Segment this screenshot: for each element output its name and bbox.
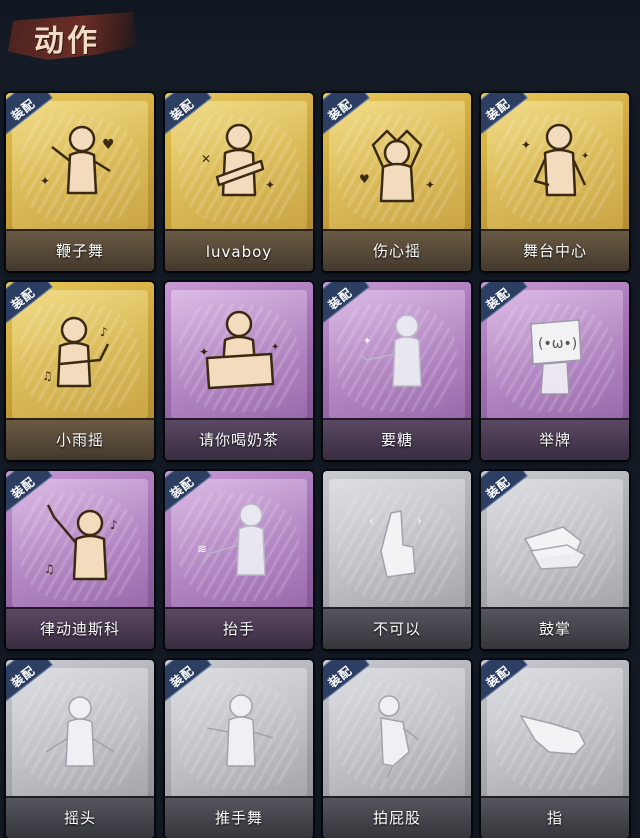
emote-card-raise-sign[interactable]: (•ω•) 举牌 装配 [481,282,629,460]
header: 动作 [0,0,640,70]
svg-text:♥: ♥ [102,137,115,153]
emote-card-whip-dance[interactable]: ♥ ✦ 鞭子舞 装配 [6,93,154,271]
emote-card-light-rain-shake[interactable]: ♪ ♫ 小雨摇 装配 [6,282,154,460]
svg-text:♪: ♪ [100,325,108,339]
emote-label: 请你喝奶茶 [198,431,279,449]
figure-whip-dance-icon: ♥ ✦ [40,125,115,195]
svg-text:✦: ✦ [271,342,279,353]
figure-raise-sign-icon: (•ω•) [530,319,582,395]
svg-text:✦: ✦ [521,138,531,152]
emote-label: 拍屁股 [372,809,421,827]
emote-label: 小雨摇 [55,431,104,449]
emote-label: 摇头 [63,809,96,827]
emote-label: 抬手 [222,620,255,638]
emote-label: 指 [546,809,563,827]
figure-holding-sign-icon: ✦ ✦ [199,310,279,390]
emote-label: 律动迪斯科 [39,620,120,638]
svg-text:✦: ✦ [40,174,50,188]
emote-card-shake-head[interactable]: 摇头 装配 [6,660,154,838]
emote-card-ask-candy[interactable]: ✦ 要糖 装配 [323,282,471,460]
emote-card-point[interactable]: 指 装配 [481,660,629,838]
svg-text:✕: ✕ [201,152,211,166]
pointing-hand-icon [519,714,586,755]
finger-wag-icon: ‹ › [369,510,422,578]
svg-text:✦: ✦ [363,336,371,347]
emote-label: 不可以 [372,620,421,638]
svg-text:♥: ♥ [359,172,370,186]
svg-text:≋: ≋ [197,542,207,556]
svg-text:✦: ✦ [265,178,275,192]
emote-grid: ♥ ✦ 鞭子舞 装配 ✕ ✦ luvaboy 装配 ♥ ✦ 伤心摇 装配 ✦ ✦… [0,88,640,838]
clapping-hands-icon [523,526,587,570]
figure-cross-arms-icon: ✕ ✦ [201,123,275,197]
emote-label: 推手舞 [214,809,263,827]
emote-label: 伤心摇 [372,242,421,260]
emote-card-stage-center[interactable]: ✦ ✦ 舞台中心 装配 [481,93,629,271]
figure-disco-icon: ♪ ♫ [44,504,118,581]
emote-card-luvaboy[interactable]: ✕ ✦ luvaboy 装配 [165,93,313,271]
svg-text:✦: ✦ [581,151,589,162]
emote-card-clap[interactable]: 鼓掌 装配 [481,471,629,649]
svg-text:♫: ♫ [44,562,55,576]
emote-label: 鼓掌 [538,620,571,638]
figure-stage-pose-icon: ✦ ✦ [521,123,589,197]
svg-text:✦: ✦ [425,178,435,192]
emote-card-sad-shake[interactable]: ♥ ✦ 伤心摇 装配 [323,93,471,271]
emote-card-slap-butt[interactable]: 拍屁股 装配 [323,660,471,838]
emote-label: luvaboy [205,243,273,261]
figure-asking-candy-icon: ✦ [360,314,422,387]
svg-text:✦: ✦ [199,345,209,359]
emote-card-push-hands-dance[interactable]: 推手舞 装配 [165,660,313,838]
emote-label: 鞭子舞 [55,242,104,260]
page-title: 动作 [34,24,100,59]
svg-text:‹: ‹ [369,514,374,528]
svg-text:♫: ♫ [42,369,53,383]
emote-label: 舞台中心 [522,242,587,260]
figure-rain-dance-icon: ♪ ♫ [42,316,110,388]
emote-label: 举牌 [538,431,571,449]
emote-label: 要糖 [380,431,413,449]
figure-heart-hands-icon: ♥ ✦ [359,129,435,203]
emote-card-not-allowed[interactable]: ‹ › 不可以 [323,471,471,649]
emote-card-raise-hand[interactable]: ≋ 抬手 装配 [165,471,313,649]
figure-shake-head-icon [45,696,115,767]
svg-text:›: › [417,514,422,528]
figure-raise-hand-icon: ≋ [197,503,266,576]
svg-text:(•ω•): (•ω•) [538,336,577,352]
emote-card-milk-tea[interactable]: ✦ ✦ 请你喝奶茶 [165,282,313,460]
figure-slap-butt-icon [378,695,420,779]
figure-push-hands-icon [206,694,274,767]
svg-text:♪: ♪ [110,518,118,532]
emote-card-rhythm-disco[interactable]: ♪ ♫ 律动迪斯科 装配 [6,471,154,649]
